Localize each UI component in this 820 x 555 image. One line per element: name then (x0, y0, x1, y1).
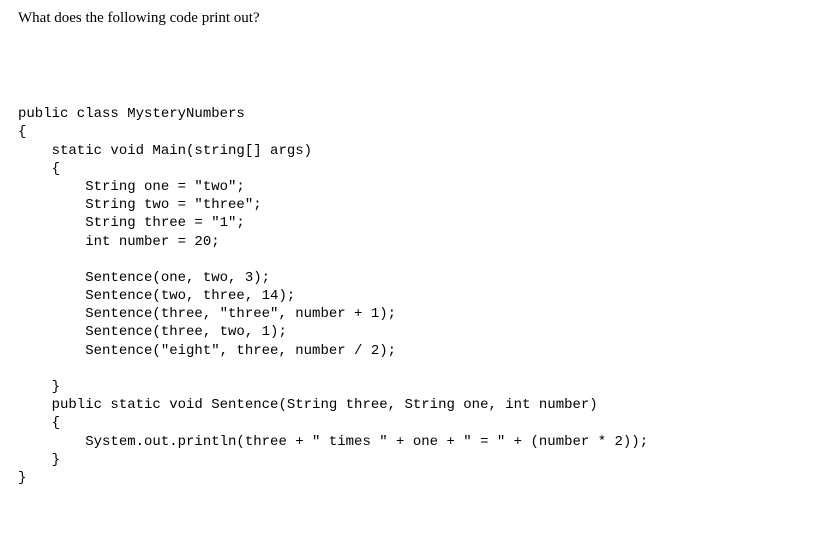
code-line: static void Main(string[] args) (18, 143, 312, 159)
code-line: int number = 20; (18, 234, 220, 250)
code-line: Sentence(three, "three", number + 1); (18, 306, 396, 322)
code-line: { (18, 161, 60, 177)
question-text: What does the following code print out? (18, 10, 802, 27)
code-block: public class MysteryNumbers { static voi… (18, 87, 802, 487)
code-line: String three = "1"; (18, 215, 245, 231)
code-line: { (18, 124, 26, 140)
code-line: } (18, 452, 60, 468)
code-line: String one = "two"; (18, 179, 245, 195)
code-line: } (18, 470, 26, 486)
code-line: System.out.println(three + " times " + o… (18, 434, 648, 450)
code-line: Sentence(one, two, 3); (18, 270, 270, 286)
code-line: public static void Sentence(String three… (18, 397, 598, 413)
code-line: { (18, 415, 60, 431)
code-line: Sentence("eight", three, number / 2); (18, 343, 396, 359)
code-line: Sentence(three, two, 1); (18, 324, 287, 340)
code-line: String two = "three"; (18, 197, 262, 213)
code-line: public class MysteryNumbers (18, 106, 245, 122)
code-line: } (18, 379, 60, 395)
code-line: Sentence(two, three, 14); (18, 288, 295, 304)
